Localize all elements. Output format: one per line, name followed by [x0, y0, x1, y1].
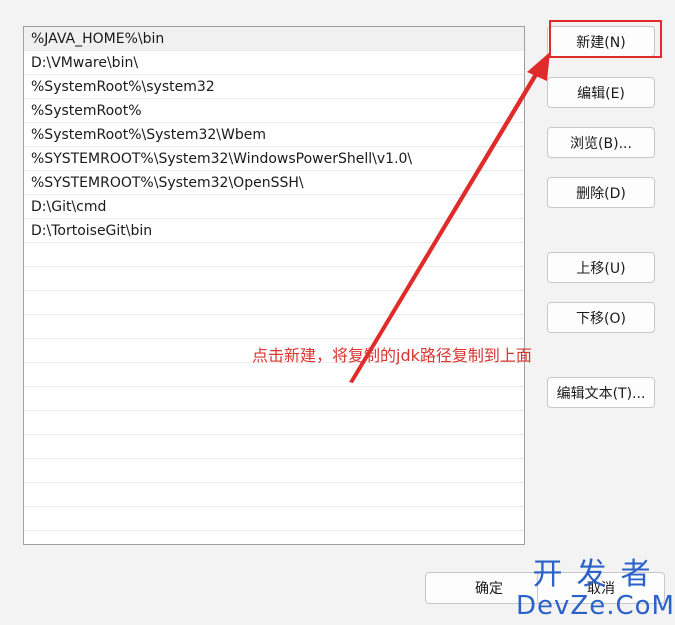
move-down-button[interactable]: 下移(O) [547, 302, 655, 333]
path-list-item[interactable]: %SystemRoot%\system32 [24, 75, 524, 99]
watermark: 开发者 DevZe.CoM [516, 557, 675, 621]
path-list-empty-row[interactable] [24, 243, 524, 267]
delete-button[interactable]: 删除(D) [547, 177, 655, 208]
path-list-empty-row[interactable] [24, 411, 524, 435]
path-list-item[interactable]: D:\VMware\bin\ [24, 51, 524, 75]
edit-text-button[interactable]: 编辑文本(T)... [547, 377, 655, 408]
move-up-button[interactable]: 上移(U) [547, 252, 655, 283]
path-list[interactable]: %JAVA_HOME%\bin D:\VMware\bin\ %SystemRoot… [23, 26, 525, 545]
new-button[interactable]: 新建(N) [547, 26, 655, 57]
path-list-empty-row[interactable] [24, 459, 524, 483]
path-list-empty-row[interactable] [24, 291, 524, 315]
path-list-item[interactable]: %SystemRoot%\System32\Wbem [24, 123, 524, 147]
path-list-empty-row[interactable] [24, 363, 524, 387]
path-list-item[interactable]: D:\TortoiseGit\bin [24, 219, 524, 243]
path-list-empty-row[interactable] [24, 507, 524, 531]
annotation-text: 点击新建，将复制的jdk路径复制到上面 [252, 346, 532, 365]
watermark-cn: 开发者 [532, 557, 665, 592]
path-list-empty-row[interactable] [24, 387, 524, 411]
path-list-item[interactable]: %SystemRoot% [24, 99, 524, 123]
browse-button[interactable]: 浏览(B)... [547, 127, 655, 158]
path-list-empty-row[interactable] [24, 483, 524, 507]
path-list-empty-row[interactable] [24, 315, 524, 339]
path-list-item[interactable]: %SYSTEMROOT%\System32\WindowsPowerShell\… [24, 147, 524, 171]
path-list-empty-row[interactable] [24, 267, 524, 291]
arrowhead-icon [527, 52, 550, 81]
path-list-empty-row[interactable] [24, 435, 524, 459]
edit-button[interactable]: 编辑(E) [547, 77, 655, 108]
path-list-item[interactable]: D:\Git\cmd [24, 195, 524, 219]
path-list-item[interactable]: %SYSTEMROOT%\System32\OpenSSH\ [24, 171, 524, 195]
watermark-en: DevZe.CoM [516, 591, 675, 621]
path-list-item[interactable]: %JAVA_HOME%\bin [24, 27, 524, 51]
